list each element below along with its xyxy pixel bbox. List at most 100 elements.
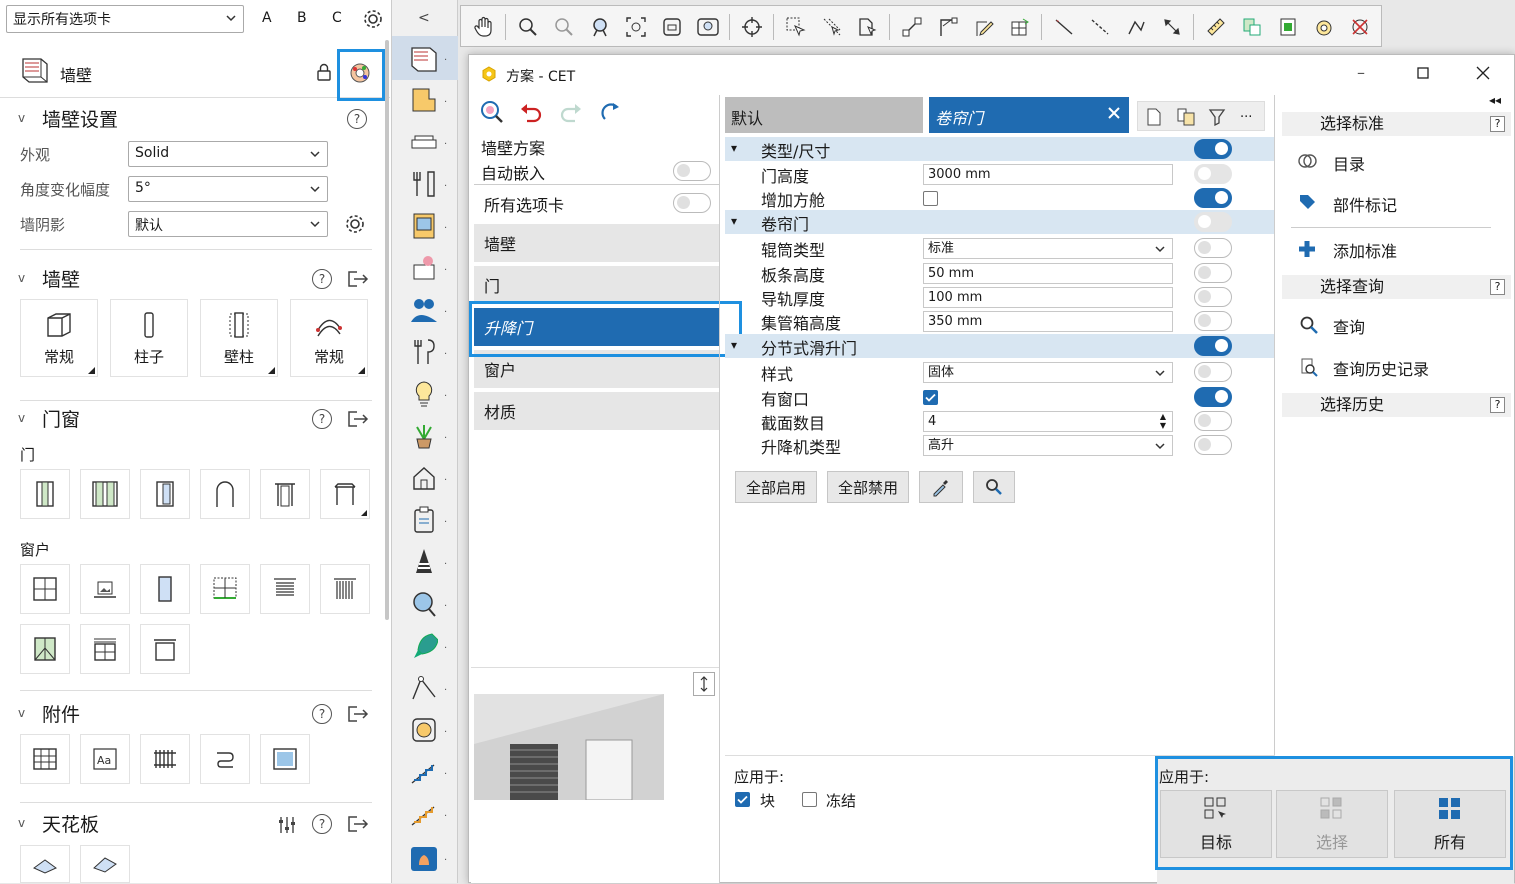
property-enable-toggle[interactable] <box>1194 139 1232 159</box>
accessory-mirror-button[interactable] <box>260 734 310 784</box>
filter-a-button[interactable]: A <box>262 10 272 26</box>
expand-arrow-icon[interactable]: ▾ <box>731 214 737 228</box>
house-icon[interactable] <box>406 460 442 496</box>
lock-icon[interactable] <box>316 63 332 81</box>
door-double-button[interactable] <box>80 469 130 519</box>
filter-c-button[interactable]: C <box>332 10 342 26</box>
select-crossing-icon[interactable] <box>819 14 845 40</box>
window-blind-button[interactable] <box>260 564 310 614</box>
window-box-button[interactable] <box>140 624 190 674</box>
close-button[interactable] <box>1476 66 1490 80</box>
help-icon[interactable]: ? <box>1490 397 1505 413</box>
find-button[interactable] <box>973 471 1015 503</box>
scrollbar[interactable] <box>385 40 389 620</box>
category-material[interactable]: 材质 <box>474 392 720 430</box>
measure-icon[interactable] <box>1203 14 1229 40</box>
property-value-select[interactable]: 高升 <box>923 435 1173 456</box>
resize-icon[interactable] <box>693 672 715 696</box>
property-value-input[interactable]: 100 mm <box>923 287 1173 308</box>
calendar-icon[interactable] <box>406 840 442 876</box>
property-enable-toggle[interactable] <box>1194 263 1232 283</box>
fan-icon[interactable] <box>406 712 442 748</box>
cone-icon[interactable] <box>406 544 442 580</box>
export-icon[interactable] <box>347 705 369 723</box>
eyedropper-button[interactable] <box>919 471 963 503</box>
property-value-input[interactable]: 350 mm <box>923 311 1173 332</box>
window-tall-button[interactable] <box>140 564 190 614</box>
dashed-line-icon[interactable] <box>1087 14 1113 40</box>
snap-grid-icon[interactable] <box>1007 14 1033 40</box>
wall-settings-header[interactable]: v 墙壁设置 <box>0 103 385 133</box>
property-enable-toggle[interactable] <box>1194 387 1232 407</box>
property-value-spinner[interactable]: 4 ▲ ▼ <box>923 411 1173 432</box>
settings-doc-icon[interactable] <box>1311 14 1337 40</box>
add-standard-item[interactable]: 添加标准 <box>1333 238 1397 262</box>
people-icon[interactable] <box>406 292 442 328</box>
disable-all-button[interactable]: 全部禁用 <box>827 471 909 503</box>
floor-plan-icon[interactable] <box>406 82 442 118</box>
rocket-icon[interactable] <box>406 628 442 664</box>
stairs-icon[interactable] <box>406 754 442 790</box>
property-checkbox[interactable] <box>923 191 938 206</box>
zoom-out-icon[interactable] <box>587 14 613 40</box>
property-enable-toggle[interactable] <box>1194 336 1232 356</box>
clear-icon[interactable] <box>1347 14 1373 40</box>
plant-icon[interactable] <box>406 418 442 454</box>
select-icon[interactable] <box>783 14 809 40</box>
property-value-input[interactable]: 50 mm <box>923 263 1173 284</box>
query-history-icon[interactable] <box>1299 357 1319 377</box>
category-wall[interactable]: 墙壁 <box>474 224 720 262</box>
door-arch-button[interactable] <box>200 469 250 519</box>
wall-tile-pilaster[interactable]: 壁柱 <box>200 299 278 377</box>
accessory-pipe-button[interactable] <box>200 734 250 784</box>
window-picture-button[interactable] <box>80 564 130 614</box>
zoom-extents-icon[interactable] <box>695 14 721 40</box>
property-enable-toggle[interactable] <box>1194 212 1232 232</box>
angle-select[interactable]: 5° <box>128 176 328 202</box>
sofa-icon[interactable] <box>406 124 442 160</box>
tab-default[interactable]: 默认 <box>725 97 923 133</box>
door-garage-button[interactable] <box>260 469 310 519</box>
query-search-icon[interactable] <box>1299 315 1319 335</box>
window-cabinet-button[interactable] <box>80 624 130 674</box>
gear-icon[interactable] <box>362 8 384 30</box>
select-list-icon[interactable] <box>855 14 881 40</box>
property-enable-toggle[interactable] <box>1194 164 1232 184</box>
polyline-icon[interactable] <box>1123 14 1149 40</box>
minimize-button[interactable]: – <box>1357 63 1365 82</box>
wall-tile-regular[interactable]: 常规 <box>20 299 98 377</box>
freeze-checkbox[interactable] <box>802 792 817 807</box>
door-single-button[interactable] <box>20 469 70 519</box>
property-enable-toggle[interactable] <box>1194 362 1232 382</box>
property-checkbox[interactable] <box>923 390 938 405</box>
export-icon[interactable] <box>347 270 369 288</box>
door-opening-button[interactable] <box>320 469 370 519</box>
help-icon[interactable]: ? <box>312 704 332 724</box>
export-icon[interactable] <box>347 410 369 428</box>
property-enable-toggle[interactable] <box>1194 238 1232 258</box>
wall-category-icon[interactable] <box>406 40 442 76</box>
clipboard-icon[interactable] <box>406 502 442 538</box>
spinner-arrows-icon[interactable]: ▲ ▼ <box>1160 412 1166 430</box>
auto-embed-toggle[interactable] <box>673 161 711 181</box>
property-value-select[interactable]: 固体 <box>923 362 1173 383</box>
add-icon[interactable] <box>1297 239 1317 259</box>
arrow-line-icon[interactable] <box>1159 14 1185 40</box>
filter-icon[interactable] <box>1208 108 1226 126</box>
block-checkbox[interactable] <box>735 792 750 807</box>
redo-icon[interactable] <box>559 101 583 123</box>
help-icon[interactable]: ? <box>312 269 332 289</box>
zoom-window-icon[interactable] <box>659 14 685 40</box>
export-icon[interactable] <box>347 815 369 833</box>
window-grid-button[interactable] <box>20 564 70 614</box>
path-icon[interactable] <box>406 670 442 706</box>
shadow-select[interactable]: 默认 <box>128 211 328 237</box>
enable-all-button[interactable]: 全部启用 <box>735 471 817 503</box>
tab-rolling-door[interactable]: 卷帘门 <box>929 97 1129 133</box>
help-icon[interactable]: ? <box>1490 116 1505 132</box>
accessory-grid-button[interactable] <box>20 734 70 784</box>
close-tab-icon[interactable] <box>1107 106 1121 120</box>
panel-icon[interactable] <box>406 208 442 244</box>
undo-icon[interactable] <box>519 101 543 123</box>
window-frame-button[interactable] <box>200 564 250 614</box>
